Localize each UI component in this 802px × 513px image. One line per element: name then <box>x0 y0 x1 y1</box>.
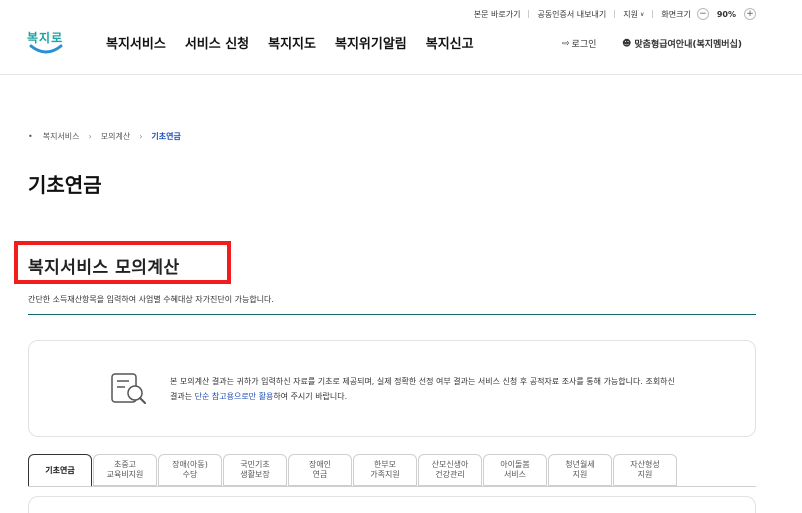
tab-label: 자산형성 지원 <box>630 460 660 479</box>
home-bullet-icon: • <box>28 132 33 141</box>
nav-crisis-alert[interactable]: 복지위기알림 <box>335 33 407 52</box>
notice-text-segment: 결과는 <box>170 392 195 401</box>
header-divider <box>0 74 802 75</box>
tab-basic-livelihood[interactable]: 국민기초 생활보장 <box>223 454 287 486</box>
user-icon: ☻ <box>622 38 632 49</box>
zoom-out-button[interactable]: − <box>696 8 709 20</box>
custom-service-button[interactable]: ☻ 맞춤형급여안내(복지멤버십) <box>622 37 742 51</box>
login-icon: ⇨ <box>562 38 570 49</box>
site-logo[interactable]: 복지로 <box>27 27 67 59</box>
chevron-right-icon: › <box>139 132 143 141</box>
cert-export-link[interactable]: 공동인증서 내보내기 <box>537 9 606 20</box>
tab-basic-pension[interactable]: 기초연금 <box>28 454 92 487</box>
support-dropdown[interactable]: 지원 ∨ <box>623 9 644 20</box>
section-divider <box>28 314 756 315</box>
main-navigation: 복지서비스 서비스 신청 복지지도 복지위기알림 복지신고 <box>106 33 493 52</box>
zoom-value: 90% <box>716 9 736 19</box>
tab-label: 아이돌봄 서비스 <box>500 460 530 479</box>
breadcrumb-item[interactable]: 복지서비스 <box>43 131 80 142</box>
chevron-right-icon: › <box>88 132 92 141</box>
login-button[interactable]: ⇨ 로그인 <box>562 37 597 51</box>
notice-line: 본 모의계산 결과는 귀하가 입력하신 자료를 기초로 제공되며, 실제 정확한… <box>170 377 675 386</box>
chevron-down-icon: ∨ <box>639 10 645 18</box>
breadcrumb-item[interactable]: 모의계산 <box>101 131 130 142</box>
divider <box>528 10 530 18</box>
nav-welfare-service[interactable]: 복지서비스 <box>106 33 166 52</box>
notice-line: 결과는 단순 참고용으로만 활용하여 주시기 바랍니다. <box>170 389 730 404</box>
tab-disability-child-allowance[interactable]: 장애(아동) 수당 <box>158 454 222 486</box>
nav-welfare-map[interactable]: 복지지도 <box>268 33 316 52</box>
section-title: 복지서비스 모의계산 <box>28 258 180 278</box>
nav-service-apply[interactable]: 서비스 신청 <box>185 33 249 52</box>
tab-maternal-newborn[interactable]: 산모신생아 건강관리 <box>418 454 482 486</box>
login-label: 로그인 <box>571 40 597 50</box>
zoom-in-button[interactable]: + <box>744 8 756 20</box>
calculator-panel <box>28 496 756 513</box>
notice-highlight: 단순 참고용으로만 활용 <box>194 392 274 401</box>
tab-label: 산모신생아 건강관리 <box>431 460 469 479</box>
breadcrumb: • 복지서비스 › 모의계산 › 기초연금 <box>28 131 181 142</box>
zoom-label: 화면크기 <box>661 9 691 19</box>
page-title: 기초연금 <box>28 173 102 197</box>
service-tabs: 기초연금 초중고 교육비지원 장애(아동) 수당 국민기초 생활보장 장애인 연금 한부… <box>28 454 678 487</box>
logo-smile-icon <box>29 44 63 54</box>
divider <box>652 10 654 18</box>
tab-label: 초중고 교육비지원 <box>106 460 144 479</box>
tab-label: 기초연금 <box>45 465 75 475</box>
notice-box: 본 모의계산 결과는 귀하가 입력하신 자료를 기초로 제공되며, 실제 정확한… <box>28 340 756 437</box>
section-description: 간단한 소득재산항목을 입력하여 사업별 수혜대상 자가진단이 가능합니다. <box>28 295 274 304</box>
divider <box>614 10 616 18</box>
tab-childcare-service[interactable]: 아이돌봄 서비스 <box>483 454 547 486</box>
notice-text: 본 모의계산 결과는 귀하가 입력하신 자료를 기초로 제공되며, 실제 정확한… <box>170 374 730 404</box>
support-label: 지원 <box>623 9 638 19</box>
custom-service-label: 맞춤형급여안내(복지멤버십) <box>634 40 742 50</box>
notice-text-segment: 하여 주시기 바랍니다. <box>273 392 348 401</box>
tab-youth-rent[interactable]: 청년월세 지원 <box>548 454 612 486</box>
document-search-icon <box>111 373 146 404</box>
utility-bar: 본문 바로가기 공동인증서 내보내기 지원 ∨ 화면크기 − 90% + <box>474 6 756 22</box>
tab-label: 청년월세 지원 <box>565 460 595 479</box>
skip-to-content-link[interactable]: 본문 바로가기 <box>474 9 521 20</box>
tab-asset-building[interactable]: 자산형성 지원 <box>613 454 677 486</box>
breadcrumb-current: 기초연금 <box>151 132 181 141</box>
tab-label: 한부모 가족지원 <box>370 460 400 479</box>
tab-baseline <box>28 486 756 487</box>
tab-education-support[interactable]: 초중고 교육비지원 <box>93 454 157 486</box>
tab-single-parent[interactable]: 한부모 가족지원 <box>353 454 417 486</box>
tab-label: 국민기초 생활보장 <box>240 460 270 479</box>
tab-label: 장애(아동) 수당 <box>172 460 208 479</box>
tab-disability-pension[interactable]: 장애인 연금 <box>288 454 352 486</box>
tab-label: 장애인 연금 <box>308 460 332 479</box>
nav-welfare-report[interactable]: 복지신고 <box>426 33 474 52</box>
